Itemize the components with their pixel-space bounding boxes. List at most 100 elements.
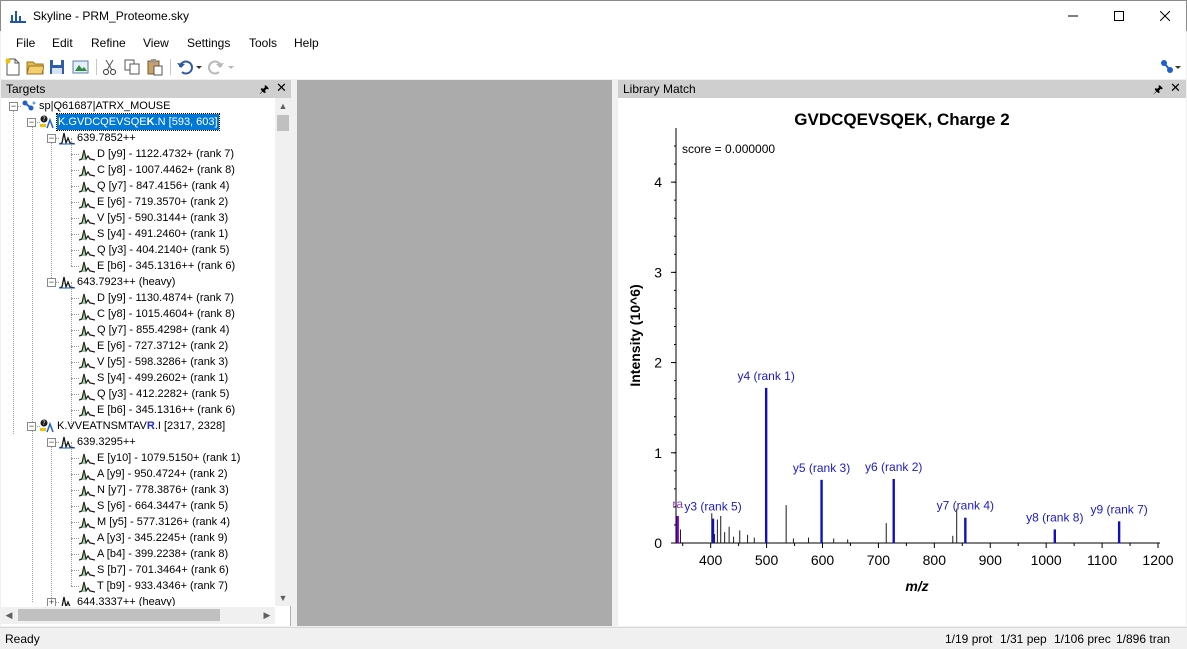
open-folder-icon[interactable] [26, 58, 44, 76]
scroll-left-icon[interactable]: ◀ [1, 607, 17, 624]
tree-item-label: Q [y7] - 855.4298+ (rank 4) [97, 324, 230, 336]
tree-item-transition[interactable]: E [y6] - 727.3712+ (rank 2) [1, 338, 274, 354]
tree-connector-line [71, 394, 79, 395]
collapse-toggle-icon[interactable]: − [47, 438, 56, 447]
tree-vertical-scrollbar[interactable]: ▲ ▼ [275, 98, 291, 606]
tree-connector-line [71, 410, 79, 411]
tree-item-transition[interactable]: S [y4] - 499.2602+ (rank 1) [1, 370, 274, 386]
cut-icon[interactable] [101, 58, 119, 76]
tree-connector-line [71, 234, 79, 235]
peak-label: y8 (rank 8) [1026, 510, 1083, 524]
tree-item-transition[interactable]: Q [y3] - 404.2140+ (rank 5) [1, 242, 274, 258]
tree-item-label: A [b4] - 399.2238+ (rank 8) [97, 548, 229, 560]
close-pane-icon[interactable]: ✕ [276, 80, 287, 96]
tree-item-precursor[interactable]: +644.3337++ (heavy) [1, 594, 274, 606]
menu-tools[interactable]: Tools [249, 36, 277, 50]
library-match-pane: Library Match 🖈 ✕ GVDCQEVSQEK, Charge 2 0… [618, 80, 1186, 626]
tree-item-transition[interactable]: S [y6] - 664.3447+ (rank 5) [1, 498, 274, 514]
tree-item-transition[interactable]: V [y5] - 590.3144+ (rank 3) [1, 210, 274, 226]
tree-item-transition[interactable]: A [b4] - 399.2238+ (rank 8) [1, 546, 274, 562]
peptide-range: .N [593, 603] [154, 116, 218, 128]
tree-item-transition[interactable]: E [y6] - 719.3570+ (rank 2) [1, 194, 274, 210]
scroll-down-icon[interactable]: ▼ [275, 590, 291, 606]
transition-peak-icon [79, 309, 95, 321]
close-pane-icon[interactable]: ✕ [1170, 80, 1181, 96]
collapse-toggle-icon[interactable]: − [9, 102, 18, 111]
scroll-thumb[interactable] [277, 115, 289, 131]
tree-item-label: Q [y3] - 412.2282+ (rank 5) [97, 388, 230, 400]
targets-pane: Targets 🖈 ✕ − sp|Q61687|ATRX_MOUSE −? K.GVD… [1, 80, 291, 626]
menu-view[interactable]: View [143, 36, 169, 50]
tree-item-precursor[interactable]: − 639.7852++ [1, 130, 274, 146]
collapse-toggle-icon[interactable]: − [27, 118, 36, 127]
tree-item-label: A [y3] - 345.2245+ (rank 9) [97, 532, 228, 544]
tree-item-precursor[interactable]: − 639.3295++ [1, 434, 274, 450]
tree-item-transition[interactable]: N [y7] - 778.3876+ (rank 3) [1, 482, 274, 498]
menu-refine[interactable]: Refine [91, 36, 126, 50]
tree-horizontal-scrollbar[interactable]: ◀ ▶ [1, 607, 275, 624]
undo-icon[interactable] [176, 58, 194, 76]
collapse-toggle-icon[interactable]: − [27, 422, 36, 431]
collapse-toggle-icon[interactable]: − [47, 134, 56, 143]
new-document-icon[interactable] [4, 58, 22, 76]
tree-item-transition[interactable]: D [y9] - 1122.4732+ (rank 7) [1, 146, 274, 162]
tree-item-label: C [y8] - 1007.4462+ (rank 8) [97, 164, 235, 176]
title-bar: Skyline - PRM_Proteome.sky [0, 0, 1187, 31]
transition-peak-icon [79, 389, 95, 401]
tree-item-transition[interactable]: T [b9] - 933.4346+ (rank 7) [1, 578, 274, 594]
tree-item-label: D [y9] - 1130.4874+ (rank 7) [97, 292, 235, 304]
tree-item-transition[interactable]: C [y8] - 1007.4462+ (rank 8) [1, 162, 274, 178]
scroll-up-icon[interactable]: ▲ [275, 98, 291, 114]
collapse-toggle-icon[interactable]: − [47, 278, 56, 287]
tree-item-transition[interactable]: M [y5] - 577.3126+ (rank 4) [1, 514, 274, 530]
redo-dropdown-icon[interactable] [226, 58, 236, 76]
tree-item-label: M [y5] - 577.3126+ (rank 4) [97, 516, 230, 528]
menu-settings[interactable]: Settings [187, 36, 230, 50]
scroll-right-icon[interactable]: ▶ [259, 607, 275, 624]
save-icon[interactable] [48, 58, 66, 76]
tree-item-transition[interactable]: V [y5] - 598.3286+ (rank 3) [1, 354, 274, 370]
tree-item-transition[interactable]: Q [y3] - 412.2282+ (rank 5) [1, 386, 274, 402]
tree-item-peptide[interactable]: −? K.GVDCQEVSQEK.N [593, 603] [1, 113, 274, 131]
document-area [297, 80, 612, 626]
tree-item-label: S [y6] - 664.3447+ (rank 5) [97, 500, 229, 512]
tree-item-transition[interactable]: E [b6] - 345.1316++ (rank 6) [1, 402, 274, 418]
targets-tree[interactable]: − sp|Q61687|ATRX_MOUSE −? K.GVDCQEVSQEK.N [… [1, 98, 274, 606]
tree-item-peptide[interactable]: −? K.VVEATNSMTAVR.I [2317, 2328] [1, 418, 274, 434]
transition-peak-icon [79, 485, 95, 497]
tree-item-label: C [y8] - 1015.4604+ (rank 8) [97, 308, 235, 320]
close-button[interactable] [1142, 1, 1187, 31]
transition-peak-icon [79, 261, 95, 273]
menu-file[interactable]: File [16, 36, 35, 50]
molecule-mode-icon[interactable] [1159, 58, 1183, 76]
transition-peak-icon [79, 565, 95, 577]
redo-icon[interactable] [207, 58, 225, 76]
tree-item-protein[interactable]: − sp|Q61687|ATRX_MOUSE [1, 98, 274, 114]
tree-item-label: K.VVEATNSMTAVR.I [2317, 2328] [57, 418, 225, 434]
menu-help[interactable]: Help [294, 36, 319, 50]
tree-item-transition[interactable]: E [y10] - 1079.5150+ (rank 1) [1, 450, 274, 466]
tree-item-transition[interactable]: Q [y7] - 855.4298+ (rank 4) [1, 322, 274, 338]
spectrum-chart[interactable]: GVDCQEVSQEK, Charge 2 0 1 2 3 4 400 500 600 700 80… [618, 98, 1186, 626]
undo-dropdown-icon[interactable] [194, 58, 204, 76]
tree-item-transition[interactable]: S [b7] - 701.3464+ (rank 6) [1, 562, 274, 578]
expand-toggle-icon[interactable]: + [47, 598, 56, 606]
paste-icon[interactable] [146, 58, 164, 76]
scroll-thumb[interactable] [18, 609, 220, 621]
tree-item-precursor[interactable]: − 643.7923++ (heavy) [1, 274, 274, 290]
tree-item-transition[interactable]: A [y3] - 345.2245+ (rank 9) [1, 530, 274, 546]
minimize-button[interactable] [1050, 1, 1096, 31]
copy-icon[interactable] [123, 58, 141, 76]
import-peptides-icon[interactable] [72, 58, 90, 76]
tree-item-transition[interactable]: E [b6] - 345.1316++ (rank 6) [1, 258, 274, 274]
tree-item-transition[interactable]: C [y8] - 1015.4604+ (rank 8) [1, 306, 274, 322]
tree-item-transition[interactable]: Q [y7] - 847.4156+ (rank 4) [1, 178, 274, 194]
tree-item-transition[interactable]: S [y4] - 491.2460+ (rank 1) [1, 226, 274, 242]
maximize-button[interactable] [1096, 1, 1142, 31]
menu-edit[interactable]: Edit [52, 36, 73, 50]
tree-item-label: E [y6] - 727.3712+ (rank 2) [97, 340, 229, 352]
tree-item-transition[interactable]: D [y9] - 1130.4874+ (rank 7) [1, 290, 274, 306]
tree-item-transition[interactable]: A [y9] - 950.4724+ (rank 2) [1, 466, 274, 482]
x-tick-label: 1100 [1087, 552, 1117, 568]
status-bar: Ready 1/19 prot 1/31 pep 1/106 prec 1/89… [0, 627, 1187, 649]
